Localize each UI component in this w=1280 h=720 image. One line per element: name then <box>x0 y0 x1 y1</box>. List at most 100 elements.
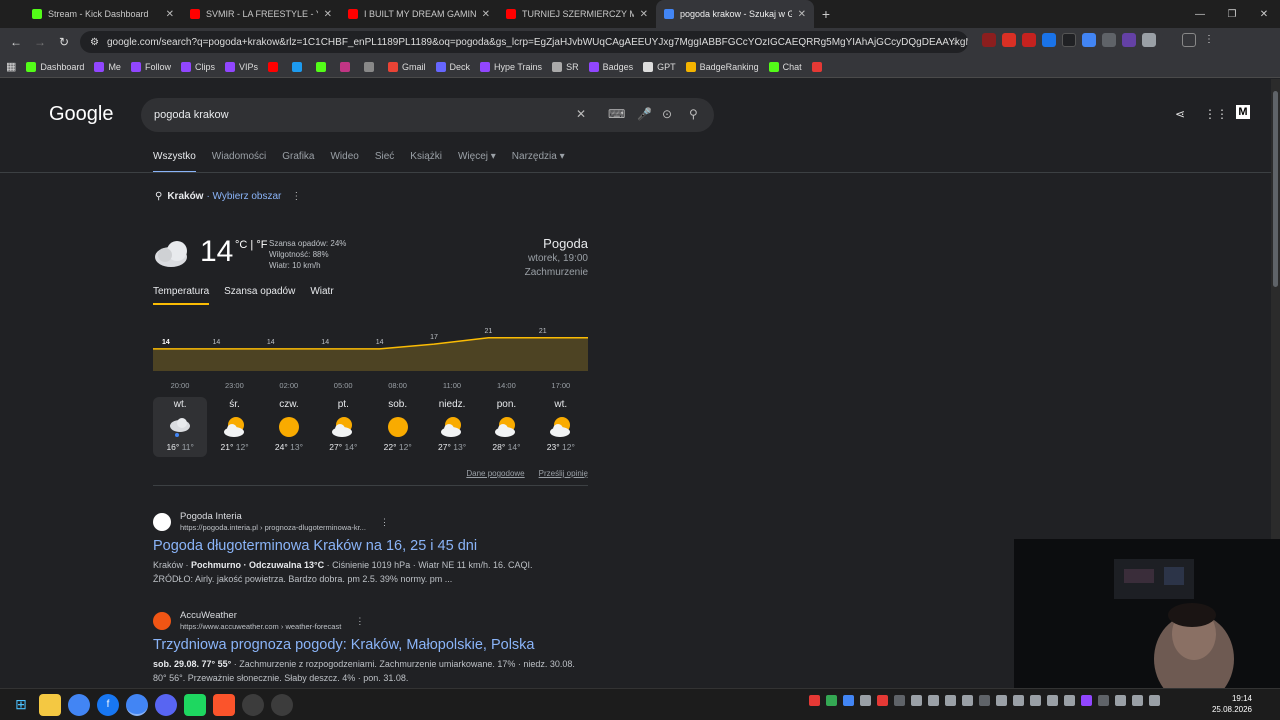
search-tab[interactable]: Wszystko <box>153 151 196 173</box>
bookmark-item[interactable]: VIPs <box>224 61 258 72</box>
weather-link[interactable]: Dane pogodowe <box>466 469 524 478</box>
extension-icon[interactable] <box>1122 33 1136 47</box>
browser-tab[interactable]: I BUILT MY DREAM GAMING R ✕ <box>340 0 498 28</box>
extension-icon[interactable] <box>1082 33 1096 47</box>
search-input[interactable]: pogoda krakow <box>154 109 229 121</box>
chrome-active-icon[interactable] <box>126 693 148 716</box>
restore-icon[interactable]: ❐ <box>1216 0 1248 28</box>
back-icon[interactable]: ← <box>4 30 28 54</box>
browser-tab[interactable]: Stream - Kick Dashboard ✕ <box>24 0 182 28</box>
browser-tab[interactable]: SVMIR - LA FREESTYLE - YouTu ✕ <box>182 0 340 28</box>
profile-icon[interactable] <box>1182 33 1196 47</box>
explorer-icon[interactable] <box>39 693 61 716</box>
tab-close-icon[interactable]: ✕ <box>798 9 806 20</box>
keyboard-icon[interactable]: ⌨ <box>608 107 625 121</box>
bookmark-item[interactable] <box>316 61 330 72</box>
tab-close-icon[interactable]: ✕ <box>482 9 490 20</box>
search-box[interactable]: pogoda krakow ✕ ⌨ 🎤 ⊙ ⚲ <box>141 98 714 132</box>
bookmark-item[interactable] <box>292 61 306 72</box>
apps-grid-icon[interactable]: ⋮⋮ <box>1204 107 1228 121</box>
more-options-icon[interactable]: ⋮ <box>291 191 301 202</box>
browser-tab[interactable]: TURNIEJ SZERMIERCZY MIĘCZ ✕ <box>498 0 656 28</box>
day-forecast[interactable]: wt. 23° 12° <box>534 397 588 457</box>
bookmark-item[interactable] <box>268 61 282 72</box>
bookmark-item[interactable] <box>811 61 826 72</box>
result-title-link[interactable]: Trzydniowa prognoza pogody: Kraków, Mało… <box>153 637 593 653</box>
bookmark-star-icon[interactable]: ☆ <box>949 37 958 48</box>
day-forecast[interactable]: sob. 22° 12° <box>371 397 425 457</box>
search-tab[interactable]: Narzędzia ▾ <box>512 151 565 173</box>
mic-icon[interactable]: 🎤 <box>637 107 652 121</box>
weather-tab[interactable]: Wiatr <box>310 286 333 305</box>
clock[interactable]: 19:14 25.08.2026 <box>1212 693 1252 715</box>
tab-close-icon[interactable]: ✕ <box>324 9 332 20</box>
search-icon[interactable]: ⚲ <box>689 107 698 121</box>
tab-close-icon[interactable]: ✕ <box>640 9 648 20</box>
forward-icon[interactable]: → <box>28 30 52 54</box>
clear-icon[interactable]: ✕ <box>576 107 586 121</box>
extension-icon[interactable] <box>982 33 996 47</box>
start-icon[interactable]: ⊞ <box>10 694 32 716</box>
day-forecast[interactable]: pt. 27° 14° <box>316 397 370 457</box>
extension-icon[interactable] <box>1042 33 1056 47</box>
result-url[interactable]: https://www.accuweather.com › weather-fo… <box>180 622 341 632</box>
obs-icon[interactable] <box>271 693 293 716</box>
bookmark-item[interactable]: Badges <box>588 61 633 72</box>
site-info-icon[interactable]: ⚙ <box>90 37 99 48</box>
search-tab[interactable]: Sieć <box>375 151 394 173</box>
day-forecast[interactable]: niedz. 27° 13° <box>425 397 479 457</box>
result-site-name[interactable]: Pogoda Interia <box>180 511 366 523</box>
reload-icon[interactable]: ↻ <box>52 30 76 54</box>
weather-tab[interactable]: Temperatura <box>153 286 210 305</box>
apps-icon[interactable]: ▦ <box>6 60 16 73</box>
bookmark-item[interactable]: Deck <box>435 61 470 72</box>
search-tab[interactable]: Wiadomości <box>212 151 266 173</box>
bookmark-item[interactable]: Dashboard <box>26 61 84 72</box>
share-icon[interactable]: ⋖ <box>1175 107 1185 121</box>
extension-icon[interactable] <box>1022 33 1036 47</box>
bookmark-item[interactable]: Gmail <box>388 61 426 72</box>
puzzle-icon[interactable] <box>1142 33 1156 47</box>
weather-link[interactable]: Prześlij opinię <box>539 469 588 478</box>
day-forecast[interactable]: czw. 24° 13° <box>262 397 316 457</box>
change-location-link[interactable]: · Wybierz obszar <box>206 191 281 202</box>
bookmark-item[interactable]: BadgeRanking <box>685 61 759 72</box>
minimize-icon[interactable]: — <box>1184 0 1216 28</box>
sidebar-icon[interactable] <box>1162 33 1176 47</box>
bookmark-item[interactable]: Me <box>94 61 121 72</box>
day-forecast[interactable]: wt. 16° 11° <box>153 397 208 457</box>
bookmark-item[interactable]: Clips <box>180 61 215 72</box>
discord-icon[interactable] <box>155 693 177 716</box>
bookmark-item[interactable] <box>364 61 378 72</box>
bookmark-item[interactable] <box>340 61 354 72</box>
bookmark-item[interactable]: GPT <box>643 61 676 72</box>
search-tab[interactable]: Książki <box>410 151 442 173</box>
avatar[interactable]: M <box>1236 105 1250 119</box>
search-tab[interactable]: Wideo <box>330 151 358 173</box>
chrome-icon[interactable] <box>68 693 90 716</box>
bookmark-item[interactable]: Hype Trains <box>480 61 542 72</box>
app-icon[interactable] <box>184 693 206 716</box>
search-tab[interactable]: Więcej ▾ <box>458 151 496 173</box>
weather-tab[interactable]: Szansa opadów <box>224 286 295 305</box>
tab-close-icon[interactable]: ✕ <box>166 9 174 20</box>
bookmark-item[interactable]: SR <box>552 61 579 72</box>
menu-icon[interactable]: ⋮ <box>1202 33 1216 47</box>
day-forecast[interactable]: pon. 28° 14° <box>479 397 533 457</box>
bookmark-item[interactable]: Follow <box>130 61 171 72</box>
bookmark-item[interactable]: Chat <box>768 61 802 72</box>
address-bar[interactable]: ⚙ google.com/search?q=pogoda+krakow&rlz=… <box>80 31 968 53</box>
browser-tab[interactable]: pogoda krakow - Szukaj w Goo ✕ <box>656 0 814 28</box>
new-tab-button[interactable]: + <box>814 0 838 28</box>
brave-icon[interactable] <box>213 693 235 716</box>
extension-icon[interactable] <box>1002 33 1016 47</box>
result-title-link[interactable]: Pogoda długoterminowa Kraków na 16, 25 i… <box>153 538 593 554</box>
google-logo[interactable]: Google <box>49 103 114 126</box>
temp-units[interactable]: °C | °F <box>235 239 267 251</box>
result-site-name[interactable]: AccuWeather <box>180 610 341 622</box>
app-icon[interactable] <box>242 693 264 716</box>
close-window-icon[interactable]: ✕ <box>1248 0 1280 28</box>
result-url[interactable]: https://pogoda.interia.pl › prognoza-dlu… <box>180 523 366 533</box>
result-more-icon[interactable]: ⋮ <box>380 517 389 528</box>
search-tab[interactable]: Grafika <box>282 151 314 173</box>
